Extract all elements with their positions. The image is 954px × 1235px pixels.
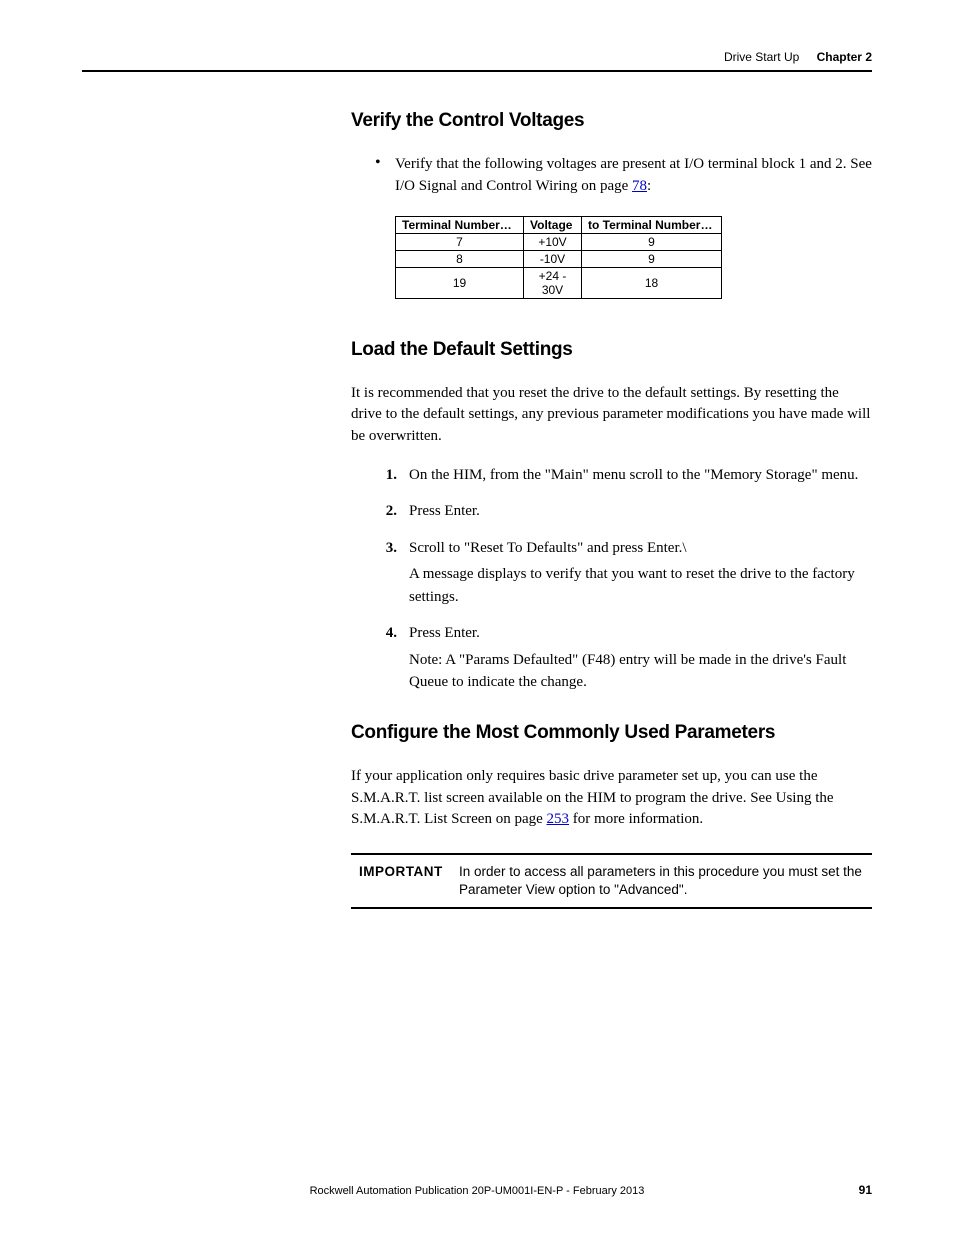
header-chapter: Chapter 2 <box>817 50 872 64</box>
table-header: Voltage <box>524 216 582 233</box>
list-item: 1. On the HIM, from the "Main" menu scro… <box>375 464 872 487</box>
voltage-table: Terminal Number… Voltage to Terminal Num… <box>395 216 722 299</box>
heading-configure-params: Configure the Most Commonly Used Paramet… <box>351 722 872 744</box>
list-item: 4. Press Enter. Note: A "Params Defaulte… <box>375 622 872 694</box>
link-page-253[interactable]: 253 <box>547 811 570 827</box>
intro-paragraph: It is recommended that you reset the dri… <box>351 383 872 448</box>
table-row: 7 +10V 9 <box>396 233 722 250</box>
important-callout: IMPORTANT In order to access all paramet… <box>351 853 872 909</box>
important-text: In order to access all parameters in thi… <box>459 863 872 899</box>
table-header: Terminal Number… <box>396 216 524 233</box>
config-paragraph: If your application only requires basic … <box>351 766 872 831</box>
list-item: 2. Press Enter. <box>375 500 872 523</box>
step-list: 1. On the HIM, from the "Main" menu scro… <box>375 464 872 694</box>
table-row: 8 -10V 9 <box>396 250 722 267</box>
page-header: Drive Start Up Chapter 2 <box>82 50 872 72</box>
table-row: 19 +24 - 30V 18 <box>396 267 722 298</box>
header-section: Drive Start Up <box>724 50 799 64</box>
bullet-icon: • <box>375 154 395 198</box>
important-label: IMPORTANT <box>351 863 459 899</box>
link-page-78[interactable]: 78 <box>632 178 647 194</box>
table-header: to Terminal Number… <box>582 216 722 233</box>
heading-verify-voltages: Verify the Control Voltages <box>351 110 872 132</box>
heading-load-defaults: Load the Default Settings <box>351 339 872 361</box>
footer-publication: Rockwell Automation Publication 20P-UM00… <box>0 1185 954 1197</box>
bullet-item: • Verify that the following voltages are… <box>375 154 872 198</box>
bullet-tail-text: : <box>647 178 651 194</box>
page-number: 91 <box>859 1183 872 1197</box>
list-item: 3. Scroll to "Reset To Defaults" and pre… <box>375 537 872 609</box>
